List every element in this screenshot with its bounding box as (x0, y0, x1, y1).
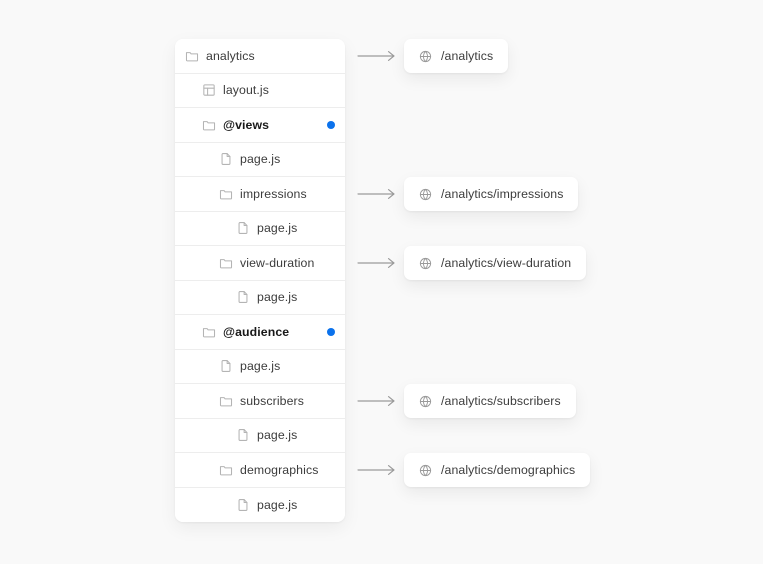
file-icon (236, 290, 250, 304)
file-icon (236, 428, 250, 442)
tree-row-label: page.js (257, 497, 298, 512)
route-url-text: /analytics/subscribers (441, 394, 561, 409)
tree-row[interactable]: page.js (175, 418, 345, 453)
route-url-text: /analytics/view-duration (441, 256, 572, 271)
tree-row-content: page.js (236, 498, 297, 512)
globe-icon (419, 395, 432, 408)
arrow-right-icon (357, 257, 397, 269)
folder-icon (219, 256, 233, 270)
tree-row[interactable]: page.js (175, 487, 345, 522)
tree-row-label: @views (223, 117, 270, 132)
tree-row[interactable]: demographics (175, 453, 345, 488)
file-icon (219, 152, 233, 166)
tree-row[interactable]: @views (175, 108, 345, 143)
tree-row-content: @audience (202, 325, 289, 339)
tree-row[interactable]: layout.js (175, 73, 345, 108)
folder-icon (219, 394, 233, 408)
tree-row-label: page.js (240, 359, 281, 374)
tree-row-content: impressions (219, 187, 307, 201)
folder-icon (202, 325, 216, 339)
tree-row-content: @views (202, 118, 269, 132)
arrow-right-icon (357, 464, 397, 476)
tree-row-content: page.js (219, 359, 280, 373)
tree-row[interactable]: analytics (175, 39, 345, 74)
route-url-card[interactable]: /analytics (404, 39, 509, 74)
route-url-card[interactable]: /analytics/view-duration (404, 246, 587, 281)
tree-row-label: analytics (206, 48, 255, 63)
tree-row-content: page.js (236, 290, 297, 304)
route-url-text: /analytics (441, 49, 494, 64)
folder-icon (185, 49, 199, 63)
diagram-canvas: analytics layout.js @views page.js impre… (0, 0, 763, 564)
tree-row-content: demographics (219, 463, 318, 477)
folder-icon (219, 187, 233, 201)
tree-row-label: impressions (240, 186, 307, 201)
route-url-card[interactable]: /analytics/impressions (404, 177, 579, 212)
tree-row[interactable]: impressions (175, 177, 345, 212)
tree-row[interactable]: @audience (175, 315, 345, 350)
route-group-badge (327, 120, 335, 129)
tree-row-content: layout.js (202, 83, 269, 97)
globe-icon (419, 257, 432, 270)
globe-icon (419, 464, 432, 477)
tree-row-content: page.js (236, 221, 297, 235)
route-mapping-row: /analytics (357, 39, 509, 74)
route-mapping-row: /analytics/subscribers (357, 384, 576, 419)
globe-icon (419, 188, 432, 201)
route-group-badge (327, 327, 335, 336)
tree-row-label: demographics (240, 462, 319, 477)
arrow-right-icon (357, 50, 397, 62)
route-mapping-row: /analytics/demographics (357, 453, 591, 488)
tree-row-content: view-duration (219, 256, 314, 270)
file-icon (236, 498, 250, 512)
route-url-card[interactable]: /analytics/demographics (404, 453, 591, 488)
arrow-right-icon (357, 188, 397, 200)
route-url-text: /analytics/demographics (441, 463, 576, 478)
route-mapping-row: /analytics/impressions (357, 177, 579, 212)
file-tree-panel: analytics layout.js @views page.js impre… (175, 39, 345, 522)
tree-row[interactable]: page.js (175, 349, 345, 384)
globe-icon (419, 50, 432, 63)
tree-row[interactable]: view-duration (175, 246, 345, 281)
tree-row-label: page.js (257, 428, 298, 443)
tree-row-label: page.js (240, 152, 281, 167)
arrow-right-icon (357, 395, 397, 407)
tree-row[interactable]: subscribers (175, 384, 345, 419)
tree-row[interactable]: page.js (175, 211, 345, 246)
tree-row-content: page.js (219, 152, 280, 166)
tree-row[interactable]: page.js (175, 280, 345, 315)
folder-icon (202, 118, 216, 132)
route-url-card[interactable]: /analytics/subscribers (404, 384, 576, 419)
layout-icon (202, 83, 216, 97)
file-icon (219, 359, 233, 373)
tree-row-label: subscribers (240, 393, 304, 408)
tree-row-content: analytics (185, 49, 255, 63)
tree-row-label: page.js (257, 290, 298, 305)
tree-row-content: subscribers (219, 394, 304, 408)
file-icon (236, 221, 250, 235)
tree-row-label: layout.js (223, 83, 270, 98)
route-mapping-row: /analytics/view-duration (357, 246, 587, 281)
route-url-text: /analytics/impressions (441, 187, 564, 202)
folder-icon (219, 463, 233, 477)
tree-row-content: page.js (236, 428, 297, 442)
tree-row-label: view-duration (240, 255, 315, 270)
tree-row-label: page.js (257, 221, 298, 236)
tree-row-label: @audience (223, 324, 290, 339)
tree-row[interactable]: page.js (175, 142, 345, 177)
